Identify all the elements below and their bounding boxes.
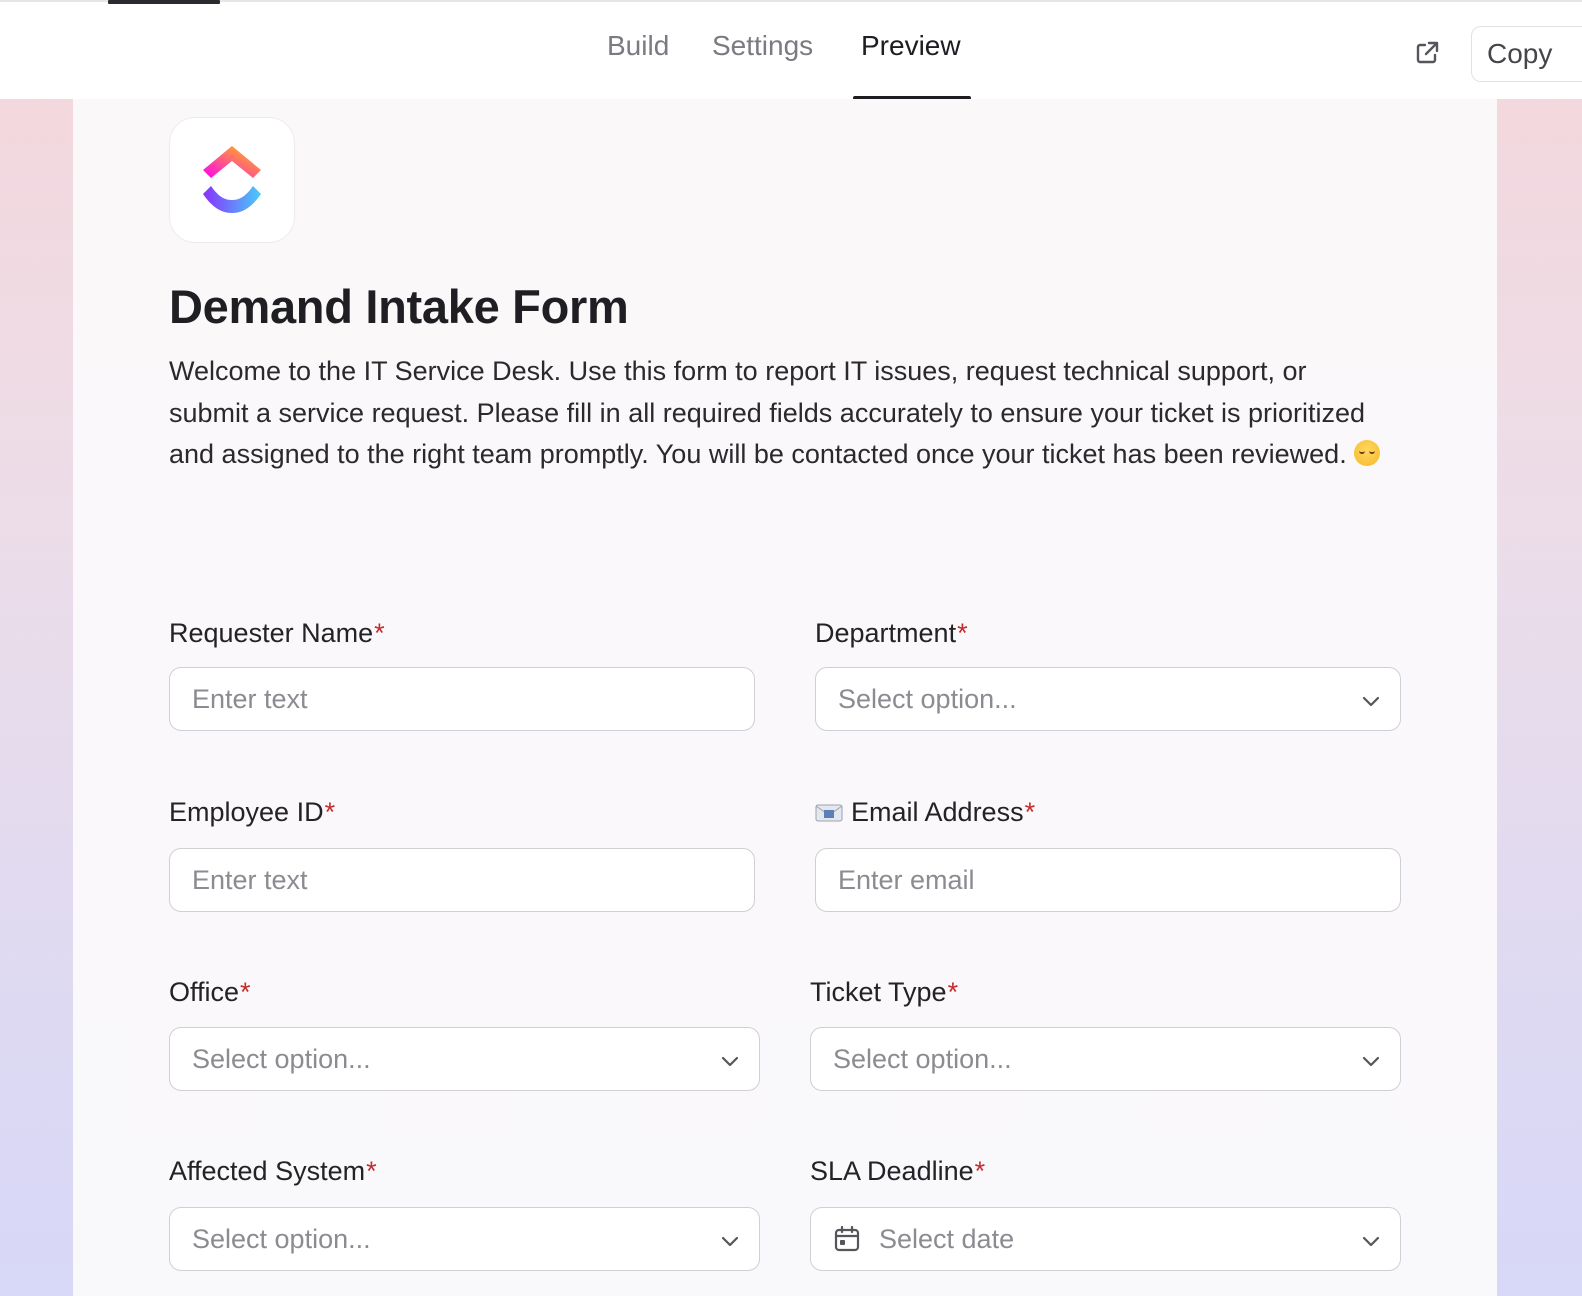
tab-build[interactable]: Build xyxy=(607,30,669,62)
sla-deadline-label: SLA Deadline * xyxy=(810,1156,986,1186)
required-marker: * xyxy=(974,1156,986,1186)
ticket-type-label: Ticket Type * xyxy=(810,977,959,1007)
required-marker: * xyxy=(374,618,385,648)
calendar-icon xyxy=(834,1225,860,1252)
external-link-icon[interactable] xyxy=(1413,39,1441,67)
tab-bar: Build Settings Preview xyxy=(0,2,1582,101)
copy-link-button[interactable]: Copy xyxy=(1471,26,1582,82)
chevron-down-icon xyxy=(1362,1236,1380,1247)
copy-button-label: Copy xyxy=(1487,38,1553,69)
top-header: Build Settings Preview Copy xyxy=(0,0,1582,101)
employee-id-input[interactable]: Enter text xyxy=(169,848,755,912)
chevron-down-icon xyxy=(1362,696,1380,707)
chevron-down-icon xyxy=(1362,1056,1380,1067)
chevron-down-icon xyxy=(721,1236,739,1247)
chevron-down-icon xyxy=(721,1056,739,1067)
required-marker: * xyxy=(947,977,959,1007)
tab-settings[interactable]: Settings xyxy=(712,30,813,62)
form-description-text: Welcome to the IT Service Desk. Use this… xyxy=(169,356,1366,470)
smiling-face-emoji-icon xyxy=(1354,440,1381,467)
required-marker: * xyxy=(240,977,251,1007)
app-logo xyxy=(169,117,295,243)
required-marker: * xyxy=(957,618,968,648)
requester-name-label: Requester Name * xyxy=(169,618,385,648)
form-description: Welcome to the IT Service Desk. Use this… xyxy=(169,351,1389,476)
form-title: Demand Intake Form xyxy=(169,280,629,333)
sla-deadline-date-picker[interactable]: Select date xyxy=(810,1207,1401,1271)
required-marker: * xyxy=(366,1156,377,1186)
required-marker: * xyxy=(1024,797,1036,827)
email-address-input[interactable]: Enter email xyxy=(815,848,1401,912)
affected-system-select[interactable]: Select option... xyxy=(169,1207,760,1271)
required-marker: * xyxy=(324,797,336,827)
department-select[interactable]: Select option... xyxy=(815,667,1401,731)
tab-preview[interactable]: Preview xyxy=(861,30,961,62)
department-label: Department * xyxy=(815,618,968,648)
form-card: Demand Intake Form Welcome to the IT Ser… xyxy=(73,99,1497,1296)
office-select[interactable]: Select option... xyxy=(169,1027,760,1091)
employee-id-label: Employee ID * xyxy=(169,797,336,827)
requester-name-input[interactable]: Enter text xyxy=(169,667,755,731)
envelope-icon xyxy=(815,804,843,821)
affected-system-label: Affected System * xyxy=(169,1156,377,1186)
email-address-label: Email Address * xyxy=(815,797,1035,828)
ticket-type-select[interactable]: Select option... xyxy=(810,1027,1401,1091)
office-label: Office * xyxy=(169,977,251,1007)
clickup-logo-icon xyxy=(203,146,261,213)
